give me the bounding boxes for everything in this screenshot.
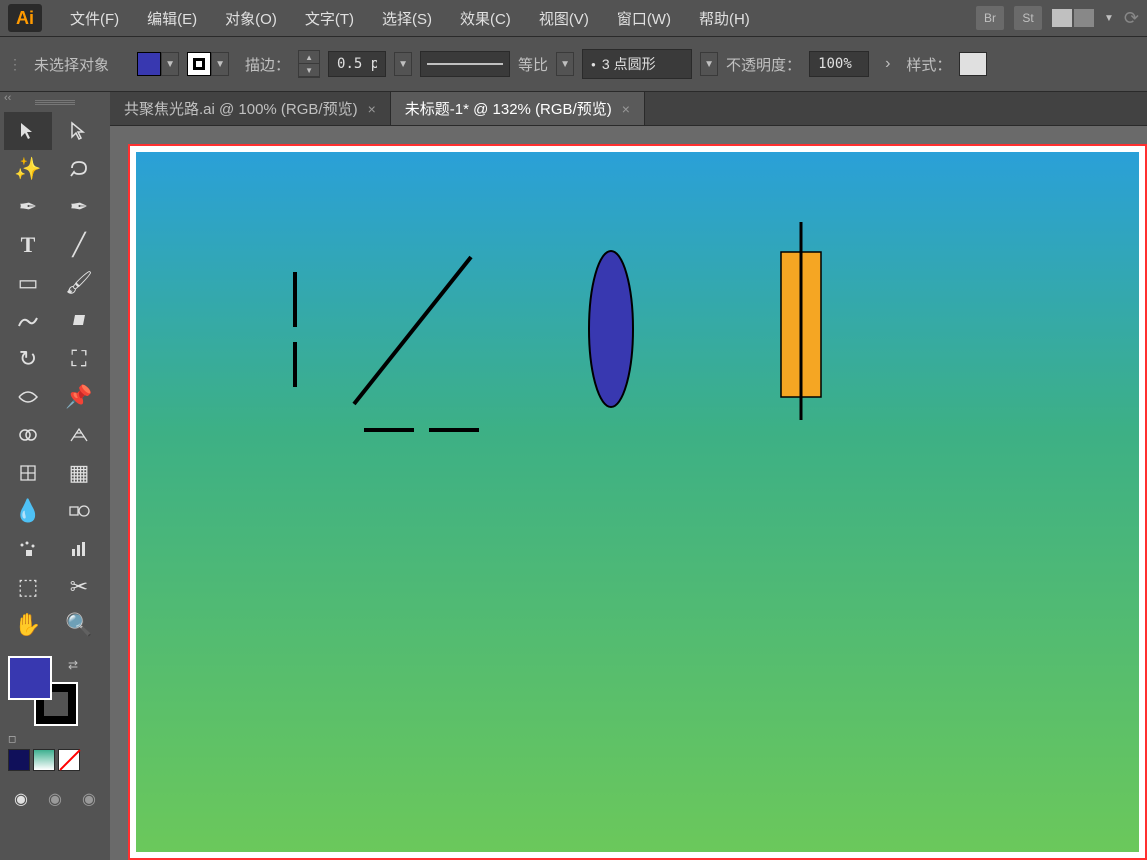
eraser-tool[interactable] xyxy=(55,302,103,340)
menu-bar: Ai 文件(F) 编辑(E) 对象(O) 文字(T) 选择(S) 效果(C) 视… xyxy=(0,0,1147,36)
direct-selection-tool[interactable] xyxy=(55,112,103,150)
close-icon[interactable]: × xyxy=(622,101,630,117)
menu-effect[interactable]: 效果(C) xyxy=(448,4,523,33)
close-icon[interactable]: × xyxy=(368,101,376,117)
fill-color[interactable] xyxy=(8,656,52,700)
gradient-tool[interactable]: ▦ xyxy=(55,454,103,492)
style-swatch[interactable] xyxy=(959,52,987,76)
blend-tool[interactable] xyxy=(55,492,103,530)
style-label: 样式： xyxy=(906,54,951,75)
drawing-mode-inside[interactable]: ◉ xyxy=(76,787,102,811)
artwork-ellipse[interactable] xyxy=(586,247,636,412)
stroke-weight-input[interactable] xyxy=(328,51,386,77)
panel-grip[interactable] xyxy=(0,98,110,108)
artwork-dashed-line[interactable] xyxy=(291,272,301,392)
magic-wand-tool[interactable]: ✨ xyxy=(4,150,52,188)
shape-builder-tool[interactable] xyxy=(4,416,52,454)
stock-button[interactable]: St xyxy=(1014,6,1042,30)
stroke-swatch[interactable] xyxy=(187,52,211,76)
gradient-mode-swatch[interactable] xyxy=(33,749,55,771)
tab-1[interactable]: 未标题-1* @ 132% (RGB/预览) × xyxy=(391,92,645,125)
menu-file[interactable]: 文件(F) xyxy=(58,4,131,33)
selection-status: 未选择对象 xyxy=(34,54,109,75)
profile-label: 等比 xyxy=(518,54,548,75)
profile-dropdown[interactable]: ▼ xyxy=(556,52,574,76)
menu-object[interactable]: 对象(O) xyxy=(213,4,289,33)
brush-dropdown[interactable]: ▼ xyxy=(700,52,718,76)
width-tool[interactable] xyxy=(4,378,52,416)
symbol-sprayer-tool[interactable] xyxy=(4,530,52,568)
line-tool[interactable]: ╱ xyxy=(55,226,103,264)
slice-tool[interactable]: ✂ xyxy=(55,568,103,606)
menu-window[interactable]: 窗口(W) xyxy=(605,4,683,33)
chevron-down-icon[interactable]: ▼ xyxy=(1104,13,1114,24)
menu-edit[interactable]: 编辑(E) xyxy=(135,4,209,33)
workspace-switcher[interactable] xyxy=(1052,9,1094,27)
curvature-tool[interactable]: ✒ xyxy=(55,188,103,226)
sync-icon[interactable]: ⟳ xyxy=(1124,8,1139,29)
menu-view[interactable]: 视图(V) xyxy=(527,4,601,33)
rectangle-tool[interactable]: ▭ xyxy=(4,264,52,302)
stroke-label: 描边： xyxy=(245,54,290,75)
stroke-stepper[interactable]: ▲▼ xyxy=(298,50,320,78)
column-graph-tool[interactable] xyxy=(55,530,103,568)
fill-dropdown[interactable]: ▼ xyxy=(161,52,179,76)
chevron-right-icon[interactable]: › xyxy=(885,55,890,73)
hand-tool[interactable]: ✋ xyxy=(4,606,52,644)
artwork-rect-line[interactable] xyxy=(776,222,826,422)
type-tool[interactable]: T xyxy=(4,226,52,264)
paintbrush-tool[interactable]: 🖌 xyxy=(55,264,103,302)
shaper-tool[interactable] xyxy=(4,302,52,340)
drawing-mode-normal[interactable]: ◉ xyxy=(8,787,34,811)
tools-panel: ‹‹ ✨ ✒ ✒ T ╱ ▭ 🖌 ↻ ⛶ 📌 ▦ 💧 xyxy=(0,92,110,860)
fill-swatch[interactable] xyxy=(137,52,161,76)
artwork-dashed-horizontal[interactable] xyxy=(364,427,484,433)
swap-icon[interactable]: ⇄ xyxy=(68,658,78,672)
eyedropper-tool[interactable]: 💧 xyxy=(4,492,52,530)
none-mode-swatch[interactable] xyxy=(58,749,80,771)
app-logo: Ai xyxy=(8,4,42,32)
brush-field[interactable]: ●3 点圆形 xyxy=(582,49,692,79)
document-tabs: 共聚焦光路.ai @ 100% (RGB/预览) × 未标题-1* @ 132%… xyxy=(110,92,1147,126)
bridge-button[interactable]: Br xyxy=(976,6,1004,30)
free-transform-tool[interactable]: 📌 xyxy=(55,378,103,416)
tab-label: 共聚焦光路.ai @ 100% (RGB/预览) xyxy=(124,98,358,119)
mesh-tool[interactable] xyxy=(4,454,52,492)
pen-tool[interactable]: ✒ xyxy=(4,188,52,226)
opacity-input[interactable] xyxy=(809,51,869,77)
canvas[interactable] xyxy=(110,126,1147,860)
color-mode-swatch[interactable] xyxy=(8,749,30,771)
selection-tool[interactable] xyxy=(4,112,52,150)
tab-0[interactable]: 共聚焦光路.ai @ 100% (RGB/预览) × xyxy=(110,92,391,125)
stroke-weight-dropdown[interactable]: ▼ xyxy=(394,52,412,76)
menu-help[interactable]: 帮助(H) xyxy=(687,4,762,33)
zoom-tool[interactable]: 🔍 xyxy=(55,606,103,644)
perspective-grid-tool[interactable] xyxy=(55,416,103,454)
collapse-icon[interactable]: ‹‹ xyxy=(4,92,11,104)
fill-stroke-picker[interactable]: ⇄ xyxy=(8,656,78,726)
menu-type[interactable]: 文字(T) xyxy=(293,4,366,33)
stroke-profile[interactable] xyxy=(420,51,510,77)
drawing-mode-behind[interactable]: ◉ xyxy=(42,787,68,811)
opacity-label: 不透明度： xyxy=(726,54,801,75)
tab-label: 未标题-1* @ 132% (RGB/预览) xyxy=(405,98,612,119)
menu-select[interactable]: 选择(S) xyxy=(370,4,444,33)
rotate-tool[interactable]: ↻ xyxy=(4,340,52,378)
artwork-diagonal-line[interactable] xyxy=(346,252,486,412)
scale-tool[interactable]: ⛶ xyxy=(55,340,103,378)
control-bar: ⋮ 未选择对象 ▼ ▼ 描边： ▲▼ ▼ 等比 ▼ ●3 点圆形 ▼ 不透明度：… xyxy=(0,36,1147,92)
stroke-dropdown[interactable]: ▼ xyxy=(211,52,229,76)
artboard-tool[interactable]: ⬚ xyxy=(4,568,52,606)
lasso-tool[interactable] xyxy=(55,150,103,188)
